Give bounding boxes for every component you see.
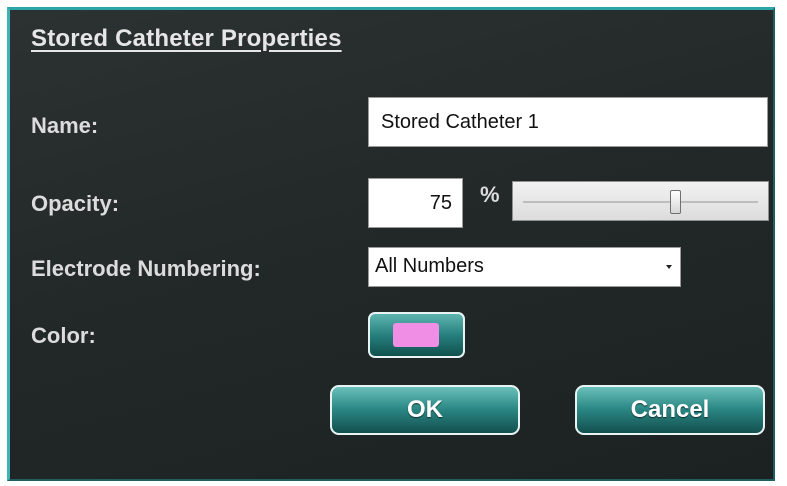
chevron-down-icon — [666, 265, 672, 269]
opacity-label: Opacity: — [31, 191, 120, 216]
electrode-numbering-label: Electrode Numbering: — [31, 256, 261, 281]
ok-button[interactable]: OK — [330, 385, 520, 435]
color-picker-button[interactable] — [368, 312, 465, 358]
cancel-button[interactable]: Cancel — [575, 385, 765, 435]
dialog-title: Stored Catheter Properties — [31, 25, 342, 52]
name-input[interactable] — [368, 97, 768, 147]
opacity-slider[interactable] — [512, 181, 769, 221]
opacity-slider-thumb[interactable] — [669, 190, 681, 214]
electrode-numbering-value: All Numbers — [375, 255, 484, 277]
name-label: Name: — [31, 113, 99, 138]
opacity-slider-rail — [523, 201, 758, 203]
opacity-percent-label: % — [480, 182, 500, 207]
stored-catheter-properties-dialog: Stored Catheter Properties Name: Opacity… — [7, 7, 775, 481]
color-label: Color: — [31, 323, 96, 348]
color-swatch — [393, 323, 439, 347]
opacity-input[interactable] — [368, 178, 463, 228]
electrode-numbering-select[interactable]: All Numbers — [368, 247, 681, 287]
